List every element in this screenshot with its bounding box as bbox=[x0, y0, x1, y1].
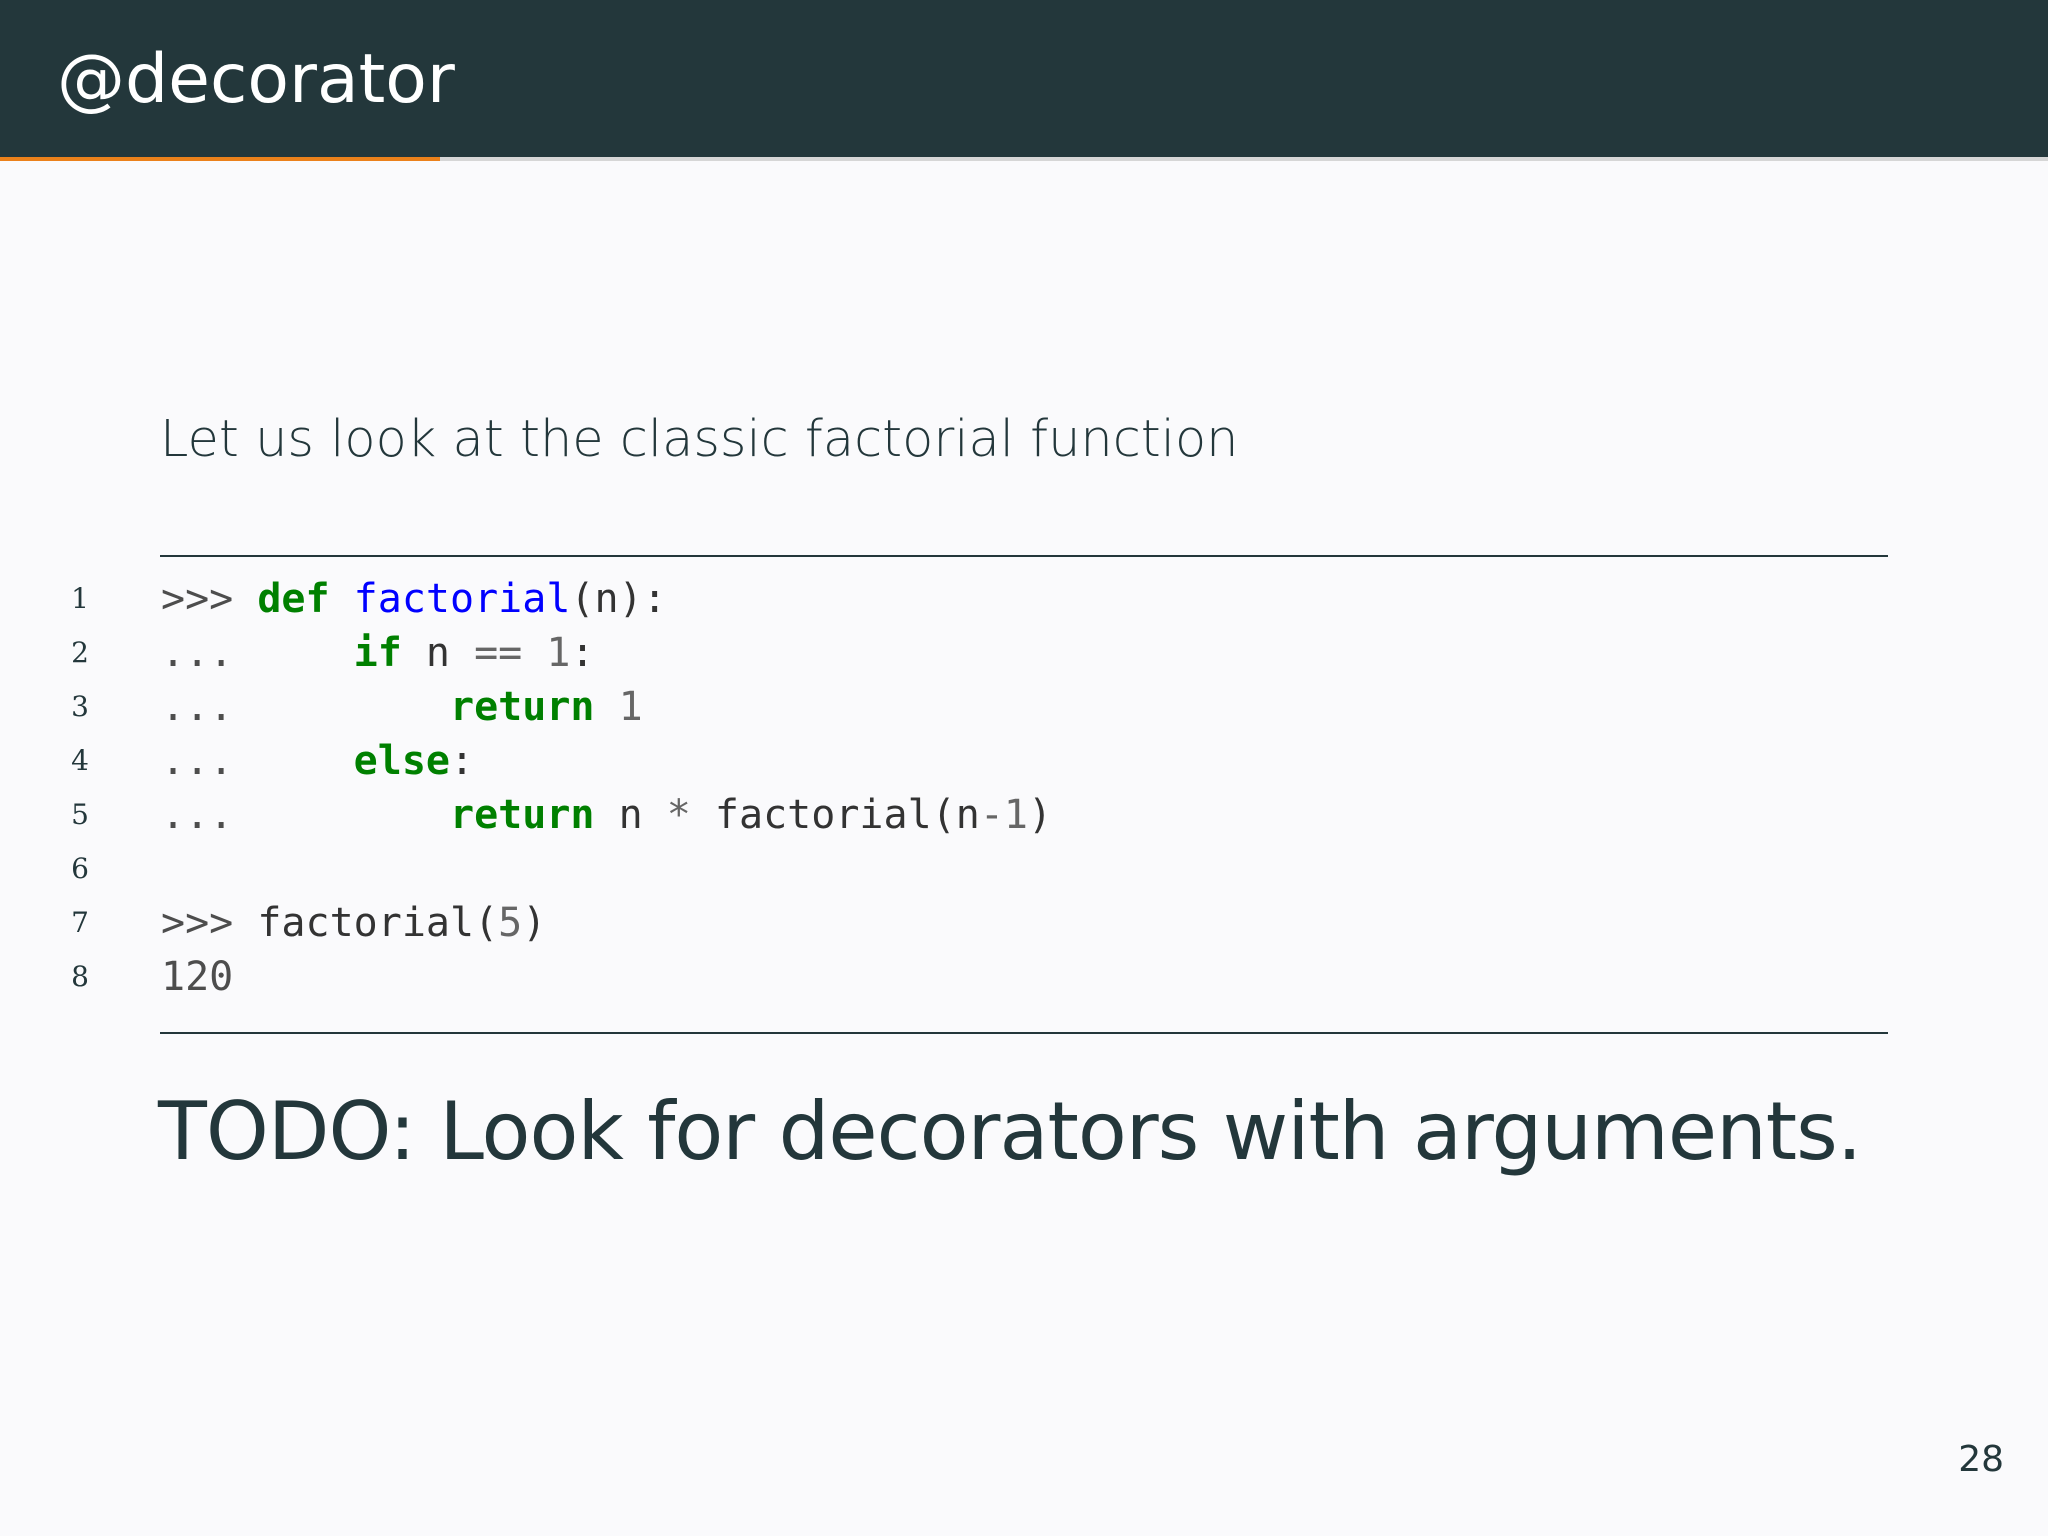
code-line: 8 120 bbox=[0, 950, 2048, 1004]
slide-header: @decorator bbox=[0, 0, 2048, 157]
code-text: ... if n == 1: bbox=[161, 626, 595, 680]
code-token: 1 bbox=[618, 684, 643, 730]
code-token: def bbox=[257, 576, 330, 622]
code-top-rule bbox=[160, 555, 1888, 557]
code-token: == bbox=[474, 630, 523, 676]
code-token: factorial bbox=[353, 576, 571, 622]
code-token: ) bbox=[1028, 792, 1053, 838]
code-token: 5 bbox=[498, 900, 523, 946]
line-number: 6 bbox=[71, 852, 89, 885]
code-token: ... bbox=[161, 792, 258, 838]
code-token: ) bbox=[522, 900, 547, 946]
code-token: ... bbox=[161, 684, 258, 730]
code-token: * bbox=[666, 792, 691, 838]
code-token: return bbox=[449, 792, 595, 838]
code-token: factorial( bbox=[257, 900, 499, 946]
intro-text: Let us look at the classic factorial fun… bbox=[160, 410, 1239, 469]
code-text: >>> factorial(5) bbox=[161, 896, 546, 950]
code-token: ... bbox=[161, 738, 258, 784]
page-number: 28 bbox=[1958, 1439, 2004, 1480]
code-text: 120 bbox=[161, 950, 233, 1004]
code-token: n bbox=[594, 792, 667, 838]
code-line: 4... else: bbox=[0, 734, 2048, 788]
line-number: 3 bbox=[71, 690, 89, 723]
code-token: if bbox=[353, 630, 402, 676]
code-text: >>> def factorial(n): bbox=[161, 572, 667, 626]
code-token: : bbox=[449, 738, 475, 784]
code-text: ... return 1 bbox=[161, 680, 643, 734]
code-line: 6 bbox=[0, 842, 2048, 896]
line-number: 5 bbox=[71, 798, 89, 831]
line-number: 2 bbox=[71, 636, 89, 669]
code-token: ... bbox=[161, 630, 258, 676]
code-bottom-rule bbox=[160, 1032, 1888, 1034]
code-line: 3... return 1 bbox=[0, 680, 2048, 734]
code-block: 1 >>> def factorial(n): 2... if n == 1: 3..… bbox=[0, 572, 2048, 1004]
code-token: >>> bbox=[161, 900, 258, 946]
code-token: - bbox=[979, 792, 1004, 838]
code-token: (n): bbox=[570, 576, 667, 622]
code-line: 5... return n * factorial(n-1) bbox=[0, 788, 2048, 842]
code-text: ... else: bbox=[161, 734, 474, 788]
code-token: 1 bbox=[546, 630, 571, 676]
line-number: 4 bbox=[71, 744, 89, 777]
code-token: factorial(n bbox=[690, 792, 980, 838]
progress-bar-fill bbox=[0, 157, 441, 161]
code-token: : bbox=[570, 630, 595, 676]
line-number: 7 bbox=[71, 906, 89, 939]
slide-title: @decorator bbox=[57, 40, 455, 119]
code-text: ... return n * factorial(n-1) bbox=[161, 788, 1052, 842]
code-token: 1 bbox=[1003, 792, 1028, 838]
todo-note: TODO: Look for decorators with arguments… bbox=[158, 1085, 1862, 1178]
code-token: >>> bbox=[161, 576, 258, 622]
code-line: 2... if n == 1: bbox=[0, 626, 2048, 680]
code-token: n bbox=[401, 630, 475, 676]
code-token: 120 bbox=[161, 954, 234, 1000]
line-number: 8 bbox=[71, 960, 89, 993]
code-line: 1 >>> def factorial(n): bbox=[0, 572, 2048, 626]
code-token: else bbox=[353, 738, 450, 784]
progress-bar bbox=[0, 157, 2048, 161]
code-line: 7 >>> factorial(5) bbox=[0, 896, 2048, 950]
line-number: 1 bbox=[71, 582, 89, 615]
code-token: return bbox=[449, 684, 595, 730]
